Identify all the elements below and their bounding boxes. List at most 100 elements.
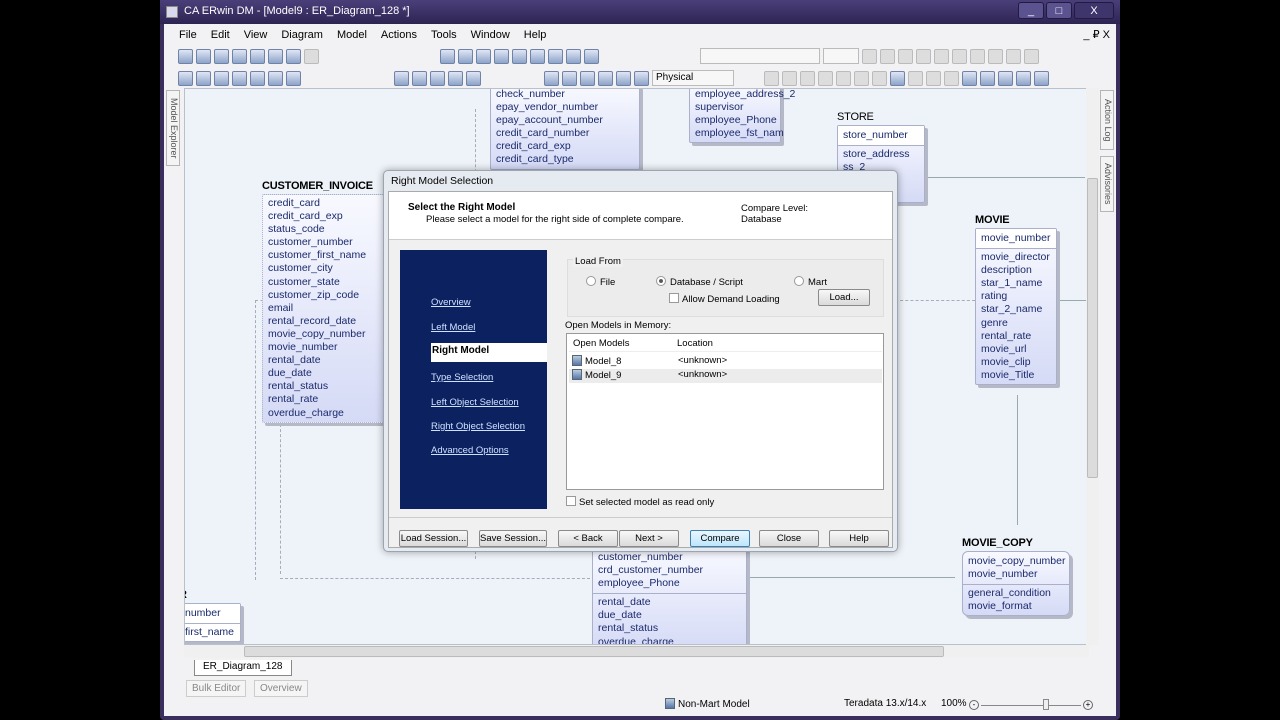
menu-help[interactable]: Help [517,26,554,44]
mart-compare-icon[interactable] [854,70,869,86]
mdi-controls[interactable]: _ ₽ X [1083,28,1110,41]
menu-view[interactable]: View [237,26,275,44]
complete-compare-icon[interactable] [890,70,905,86]
action-log-tab[interactable]: Action Log [1100,90,1114,150]
tab-bulk-editor[interactable]: Bulk Editor [186,680,247,697]
relationship-line[interactable] [925,177,1085,178]
subject-area-icon[interactable] [562,70,577,86]
zoom-fit-icon[interactable] [430,70,445,86]
bold-icon[interactable] [862,48,877,64]
new-icon[interactable] [178,48,193,64]
mart-report-icon[interactable] [836,70,851,86]
font-combo[interactable] [700,48,820,64]
entity-movie-copy[interactable]: MOVIE_COPY movie_copy_number movie_number… [962,537,1070,617]
advisories-tab[interactable]: Advisories [1100,156,1114,212]
entity-payment[interactable]: check_number epay_vendor_number epay_accou… [490,89,640,170]
reverse-engineer-icon[interactable] [926,70,941,86]
model-type-icon[interactable] [634,70,649,86]
redo-icon[interactable] [304,48,319,64]
relationship-line[interactable] [1017,395,1018,525]
underline-icon[interactable] [898,48,913,64]
read-only-checkbox[interactable]: Set selected model as read only [566,496,714,508]
attribute-level-icon[interactable] [196,70,211,86]
align-center-icon[interactable] [1006,48,1021,64]
pointer-icon[interactable] [440,48,455,64]
checklist-icon[interactable] [1034,70,1049,86]
find-icon[interactable] [250,48,265,64]
model-explorer-tab[interactable]: Model Explorer [166,90,180,166]
entity-rental[interactable]: customer_number crd_customer_number employ… [592,547,747,644]
list-item[interactable]: Model_9 <unknown> [569,369,882,383]
mart-save-icon[interactable] [782,70,797,86]
open-icon[interactable] [196,48,211,64]
nav-type-selection[interactable]: Type Selection [431,372,493,383]
replace-icon[interactable] [268,48,283,64]
zoom-slider[interactable]: - + [969,699,1094,710]
mart-sync-icon[interactable] [818,70,833,86]
tab-er-diagram[interactable]: ER_Diagram_128 [194,660,292,676]
relationship-line[interactable] [895,300,975,301]
save-icon[interactable] [214,48,229,64]
subtype-icon[interactable] [476,48,491,64]
help-button[interactable]: Help [829,530,889,547]
properties-icon[interactable] [1016,70,1031,86]
font-size-combo[interactable] [823,48,859,64]
radio-file[interactable]: File [586,276,615,288]
allow-demand-loading-checkbox[interactable]: Allow Demand Loading [669,293,780,305]
column-header-open-models[interactable]: Open Models [573,338,630,349]
italic-icon[interactable] [880,48,895,64]
menu-file[interactable]: File [172,26,204,44]
menu-edit[interactable]: Edit [204,26,237,44]
entity-employee[interactable]: employee_address_2 supervisor employee_Pho… [689,89,795,144]
non-identifying-rel-icon[interactable] [548,48,563,64]
stored-display-icon[interactable] [580,70,595,86]
align-left-icon[interactable] [988,48,1003,64]
relationship-icon[interactable] [268,70,283,86]
relationship-line[interactable] [1060,300,1088,301]
entity-movie[interactable]: MOVIE movie_number movie_director descript… [975,214,1057,386]
nav-right-object-selection[interactable]: Right Object Selection [431,421,525,432]
close-dialog-button[interactable]: Close [759,530,819,547]
menu-tools[interactable]: Tools [424,26,464,44]
domain-icon[interactable] [598,70,613,86]
radio-database-script[interactable]: Database / Script [656,276,743,288]
minimize-button[interactable]: _ [1018,2,1044,19]
compare-button[interactable]: Compare [690,530,750,547]
zoom-out-icon[interactable] [412,70,427,86]
layout-icon[interactable] [286,70,301,86]
next-button[interactable]: Next > [619,530,679,547]
radio-mart[interactable]: Mart [794,276,827,288]
mart-find-icon[interactable] [872,70,887,86]
tab-overview[interactable]: Overview [254,680,308,697]
many-to-many-icon[interactable] [530,48,545,64]
entity-icon[interactable] [458,48,473,64]
align-right-icon[interactable] [1024,48,1039,64]
display-level-icon[interactable] [178,70,193,86]
column-header-location[interactable]: Location [677,338,713,349]
nav-left-model[interactable]: Left Model [431,322,475,333]
entity-customer-invoice[interactable]: CUSTOMER_INVOICE credit_card credit_card_… [262,180,384,423]
load-button[interactable]: Load... [818,289,870,306]
view-icon[interactable] [494,48,509,64]
undo-icon[interactable] [286,48,301,64]
zoom-in-icon[interactable] [394,70,409,86]
list-item[interactable]: Model_8 <unknown> [569,355,882,369]
save-session-button[interactable]: Save Session... [479,530,547,547]
horizontal-scrollbar[interactable] [184,645,1089,658]
alter-script-icon[interactable] [944,70,959,86]
model-explorer-icon[interactable] [544,70,559,86]
identifying-rel-icon[interactable] [512,48,527,64]
zoom-select-icon[interactable] [466,70,481,86]
text-block-icon[interactable] [566,48,581,64]
nav-left-object-selection[interactable]: Left Object Selection [431,397,519,408]
open-models-list[interactable]: Open Models Location Model_8 <unknown> Mo… [566,333,884,490]
relationship-line[interactable] [280,578,590,579]
maximize-button[interactable]: □ [1046,2,1072,19]
model-validate-icon[interactable] [980,70,995,86]
menu-diagram[interactable]: Diagram [274,26,330,44]
definition-level-icon[interactable] [214,70,229,86]
view-mode-select[interactable]: Physical [652,70,734,86]
back-button[interactable]: < Back [558,530,618,547]
forward-engineer-icon[interactable] [908,70,923,86]
pin-icon[interactable] [584,48,599,64]
